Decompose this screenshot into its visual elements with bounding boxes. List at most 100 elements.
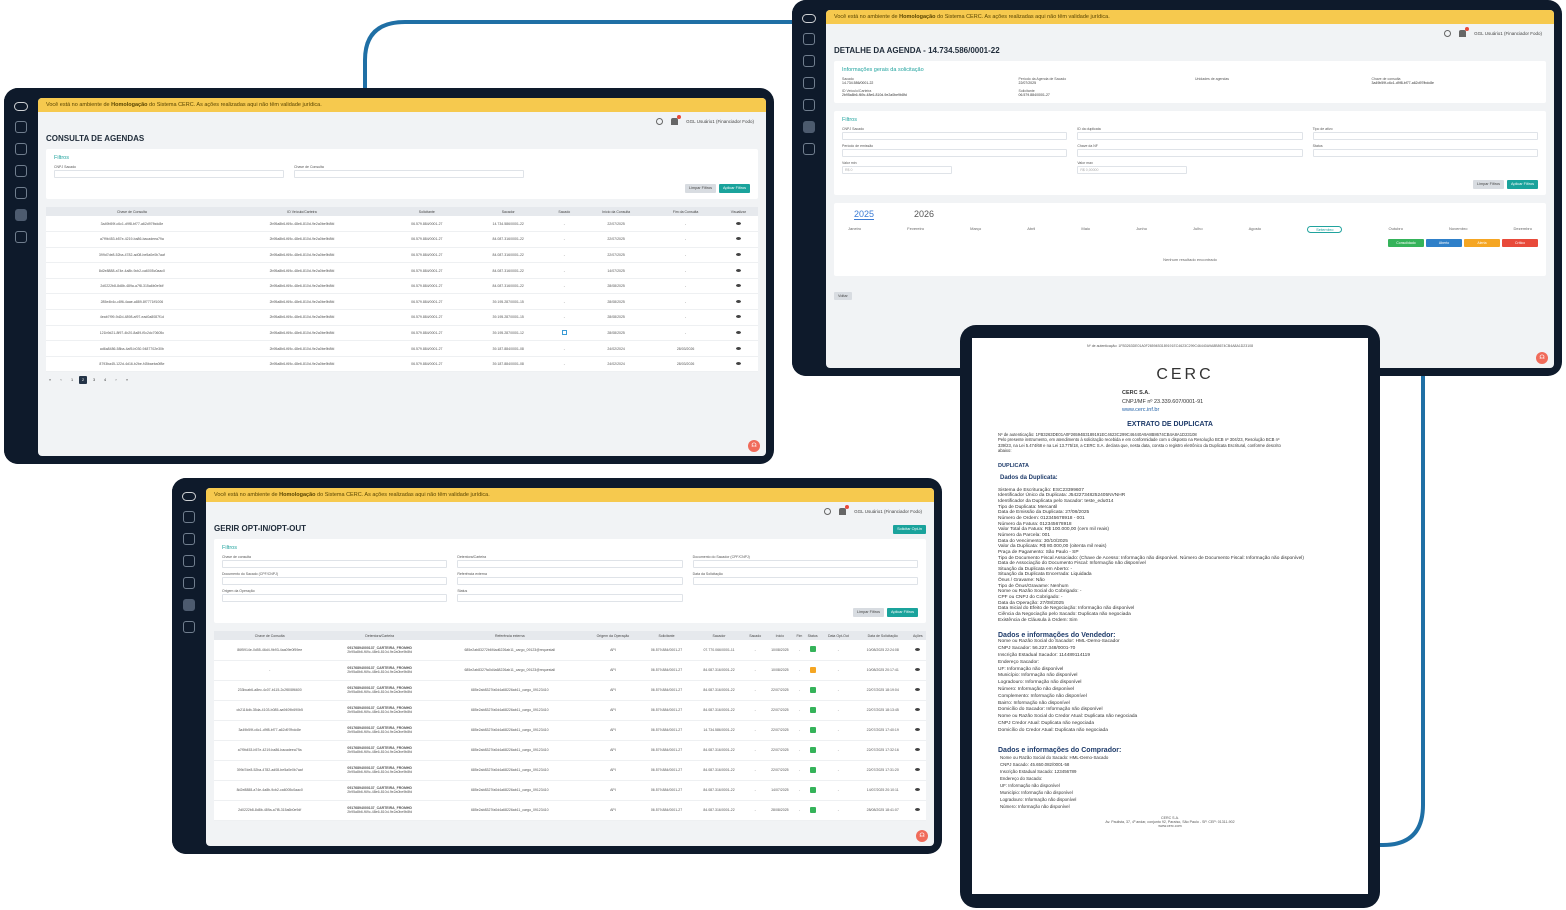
view-eye-icon[interactable] [915, 668, 921, 671]
view-eye-icon[interactable] [735, 284, 741, 288]
page-item[interactable]: › [112, 376, 120, 384]
apply-filters-button[interactable]: Aplicar Filtros [1507, 180, 1538, 189]
month-tab[interactable]: Outubro [1389, 226, 1403, 233]
page-item[interactable]: « [46, 376, 54, 384]
clear-filters-button[interactable]: Limpar Filtros [1473, 180, 1504, 189]
users-icon[interactable] [803, 77, 815, 89]
search-icon[interactable] [183, 511, 195, 523]
clear-filters-button[interactable]: Limpar Filtros [685, 184, 716, 193]
view-eye-icon[interactable] [915, 647, 921, 651]
home-icon[interactable] [803, 55, 815, 67]
view-eye-icon[interactable] [735, 237, 741, 241]
month-tab[interactable]: Julho [1193, 226, 1203, 233]
view-eye-icon[interactable] [735, 299, 741, 303]
company-site[interactable]: www.cerc.inf.br [1122, 407, 1342, 413]
user-menu[interactable]: GGL Usuário1 (Financiador Fodo) [854, 509, 922, 514]
agenda-icon[interactable] [183, 599, 195, 611]
view-eye-icon[interactable] [735, 315, 741, 319]
eye-icon[interactable] [803, 99, 815, 111]
month-tab[interactable]: Dezembro [1514, 226, 1532, 233]
cnpj-sacado-input[interactable] [54, 170, 284, 178]
month-tab[interactable]: Fevereiro [907, 226, 924, 233]
users-icon[interactable] [15, 165, 27, 177]
document-icon[interactable] [15, 231, 27, 243]
page-item[interactable]: » [123, 376, 131, 384]
year-tab[interactable]: 2025 [854, 209, 875, 220]
month-tab[interactable]: Novembro [1449, 226, 1467, 233]
filter-input[interactable] [457, 577, 683, 585]
view-eye-icon[interactable] [915, 808, 921, 811]
month-tab[interactable]: Maio [1081, 226, 1090, 233]
view-eye-icon[interactable] [915, 728, 921, 731]
back-button[interactable]: Voltar [834, 292, 852, 300]
view-eye-icon[interactable] [735, 268, 741, 272]
filter-input[interactable] [1312, 132, 1538, 140]
apply-filters-button[interactable]: Aplicar Filtros [887, 608, 918, 617]
month-tab[interactable]: Abril [1027, 226, 1035, 233]
filter-input[interactable]: R$ 0 [842, 166, 952, 174]
filter-input[interactable] [457, 560, 683, 568]
help-icon[interactable] [824, 507, 832, 515]
support-headset-icon[interactable]: ☊ [916, 830, 928, 842]
user-menu[interactable]: GGL Usuário1 (Financiador Fodo) [686, 119, 754, 124]
help-icon[interactable] [656, 117, 664, 125]
filter-input[interactable] [222, 560, 448, 568]
view-eye-icon[interactable] [735, 362, 741, 366]
bell-icon[interactable] [1459, 26, 1470, 37]
filter-input[interactable]: R$ 0,00000 [1077, 166, 1188, 174]
page-item[interactable]: 1 [68, 376, 76, 384]
external-link-icon[interactable] [561, 329, 567, 335]
bell-icon[interactable] [839, 504, 850, 515]
bell-icon[interactable] [671, 114, 682, 125]
page-item[interactable]: 2 [79, 376, 87, 385]
agenda-icon[interactable] [803, 121, 815, 133]
month-tab[interactable]: Janeiro [848, 226, 861, 233]
user-menu[interactable]: GGL Usuário1 (Financiador Fodo) [1474, 31, 1542, 36]
page-item[interactable]: 4 [101, 376, 109, 384]
eye-icon[interactable] [15, 187, 27, 199]
view-eye-icon[interactable] [915, 748, 921, 751]
filter-input[interactable] [457, 594, 683, 602]
page-item[interactable]: ‹ [57, 376, 65, 384]
filter-input[interactable] [222, 577, 448, 585]
year-tab[interactable]: 2026 [914, 209, 934, 220]
view-eye-icon[interactable] [915, 788, 921, 791]
view-eye-icon[interactable] [915, 768, 921, 771]
month-tab[interactable]: Março [970, 226, 981, 233]
home-icon[interactable] [15, 143, 27, 155]
filter-input[interactable] [842, 132, 1068, 140]
search-icon[interactable] [803, 33, 815, 45]
search-icon[interactable] [15, 121, 27, 133]
filter-input[interactable] [222, 594, 448, 602]
filter-input[interactable] [1077, 132, 1303, 140]
filter-input[interactable] [692, 560, 918, 568]
view-eye-icon[interactable] [735, 346, 741, 350]
view-eye-icon[interactable] [915, 688, 921, 691]
filter-input[interactable] [1077, 149, 1303, 157]
filter-input[interactable] [1312, 149, 1538, 157]
view-eye-icon[interactable] [735, 330, 741, 334]
home-icon[interactable] [183, 533, 195, 545]
table-cell: - [548, 262, 580, 279]
view-eye-icon[interactable] [735, 221, 741, 225]
month-tab[interactable]: Agosto [1249, 226, 1261, 233]
support-headset-icon[interactable]: ☊ [1536, 352, 1548, 364]
document-icon[interactable] [183, 621, 195, 633]
apply-filters-button[interactable]: Aplicar Filtros [719, 184, 750, 193]
month-tab[interactable]: Junho [1136, 226, 1147, 233]
users-icon[interactable] [183, 555, 195, 567]
chave-consulta-input[interactable] [294, 170, 524, 178]
clear-filters-button[interactable]: Limpar Filtros [853, 608, 884, 617]
filter-input[interactable] [842, 149, 1068, 157]
help-icon[interactable] [1444, 29, 1452, 37]
month-tab[interactable]: Setembro [1307, 226, 1343, 233]
document-icon[interactable] [803, 143, 815, 155]
filter-input[interactable] [692, 577, 918, 585]
request-optin-button[interactable]: Solicitar Opt-in [893, 525, 926, 534]
agenda-icon[interactable] [15, 209, 27, 221]
support-headset-icon[interactable]: ☊ [748, 440, 760, 452]
page-item[interactable]: 3 [90, 376, 98, 384]
view-eye-icon[interactable] [735, 252, 741, 256]
eye-icon[interactable] [183, 577, 195, 589]
view-eye-icon[interactable] [915, 708, 921, 711]
